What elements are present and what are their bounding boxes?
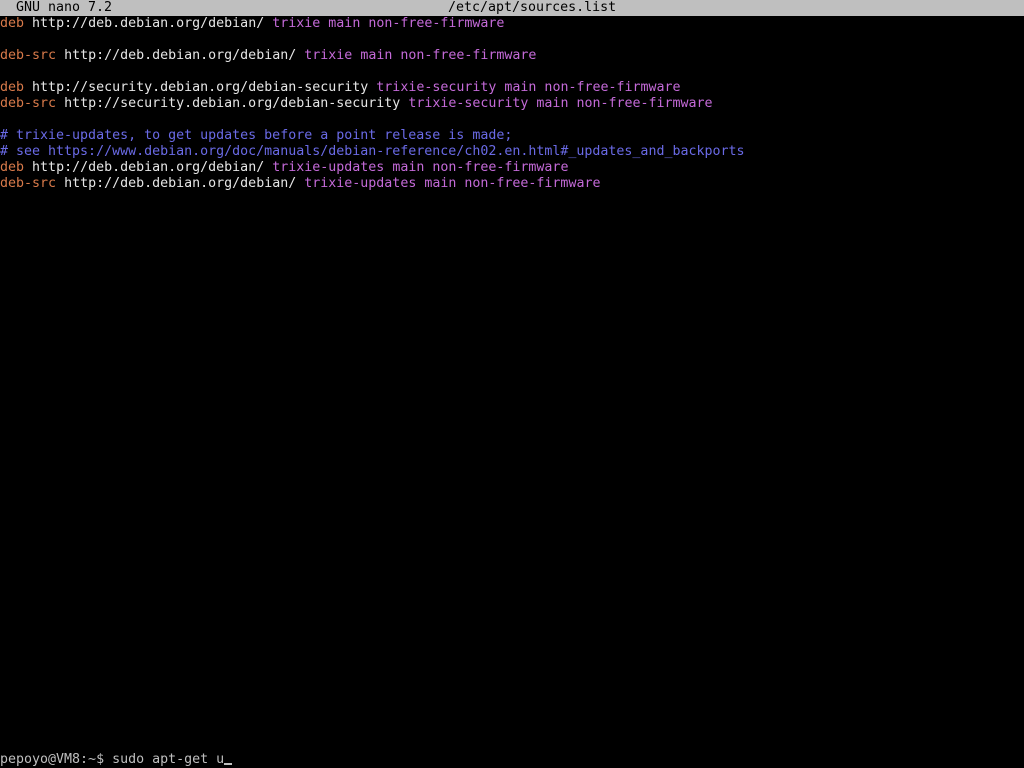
repo-url: http://deb.debian.org/debian/ [64, 48, 297, 63]
file-path: /etc/apt/sources.list [448, 0, 617, 15]
repo-suite: trixie-updates [272, 160, 385, 175]
terminal-screen[interactable]: GNU nano 7.2 /etc/apt/sources.list deb h… [0, 0, 1024, 768]
text-cursor [224, 763, 233, 765]
repo-suite: trixie-security [408, 96, 529, 111]
blank-line[interactable] [0, 64, 1024, 80]
repo-type: deb-src [0, 96, 57, 111]
repo-url: http://deb.debian.org/debian/ [64, 176, 297, 191]
shell-command-input[interactable]: sudo apt-get u [112, 752, 224, 767]
repo-type: deb [0, 160, 25, 175]
source-line[interactable]: deb-src http://deb.debian.org/debian/ tr… [0, 176, 1024, 192]
repo-type: deb-src [0, 48, 57, 63]
repo-suite: trixie [304, 48, 353, 63]
repo-suite: trixie [272, 16, 321, 31]
shell-command-line[interactable]: pepoyo@VM8:~$ sudo apt-get u [0, 752, 1024, 768]
comment-line[interactable]: # trixie-updates, to get updates before … [0, 128, 1024, 144]
repo-components: main non-free-firmware [328, 16, 505, 31]
source-line[interactable]: deb http://security.debian.org/debian-se… [0, 80, 1024, 96]
comment-line[interactable]: # see https://www.debian.org/doc/manuals… [0, 144, 1024, 160]
repo-url: http://deb.debian.org/debian/ [32, 160, 265, 175]
repo-components: main non-free-firmware [536, 96, 713, 111]
repo-type: deb [0, 80, 25, 95]
source-line[interactable]: deb http://deb.debian.org/debian/ trixie… [0, 16, 1024, 32]
repo-components: main non-free-firmware [360, 48, 537, 63]
blank-line[interactable] [0, 112, 1024, 128]
repo-suite: trixie-updates [304, 176, 417, 191]
repo-url: http://deb.debian.org/debian/ [32, 16, 265, 31]
source-line[interactable]: deb-src http://security.debian.org/debia… [0, 96, 1024, 112]
repo-url: http://security.debian.org/debian-securi… [32, 80, 369, 95]
blank-line[interactable] [0, 32, 1024, 48]
repo-type: deb [0, 16, 25, 31]
repo-components: main non-free-firmware [392, 160, 569, 175]
repo-type: deb-src [0, 176, 57, 191]
repo-url: http://security.debian.org/debian-securi… [64, 96, 401, 111]
shell-prompt: pepoyo@VM8:~$ [0, 752, 105, 767]
editor-version: GNU nano 7.2 [16, 0, 113, 15]
repo-components: main non-free-firmware [424, 176, 601, 191]
source-line[interactable]: deb-src http://deb.debian.org/debian/ tr… [0, 48, 1024, 64]
repo-components: main non-free-firmware [504, 80, 681, 95]
source-line[interactable]: deb http://deb.debian.org/debian/ trixie… [0, 160, 1024, 176]
editor-buffer[interactable]: deb http://deb.debian.org/debian/ trixie… [0, 16, 1024, 192]
repo-suite: trixie-security [376, 80, 497, 95]
nano-title-bar: GNU nano 7.2 /etc/apt/sources.list [0, 0, 1024, 16]
